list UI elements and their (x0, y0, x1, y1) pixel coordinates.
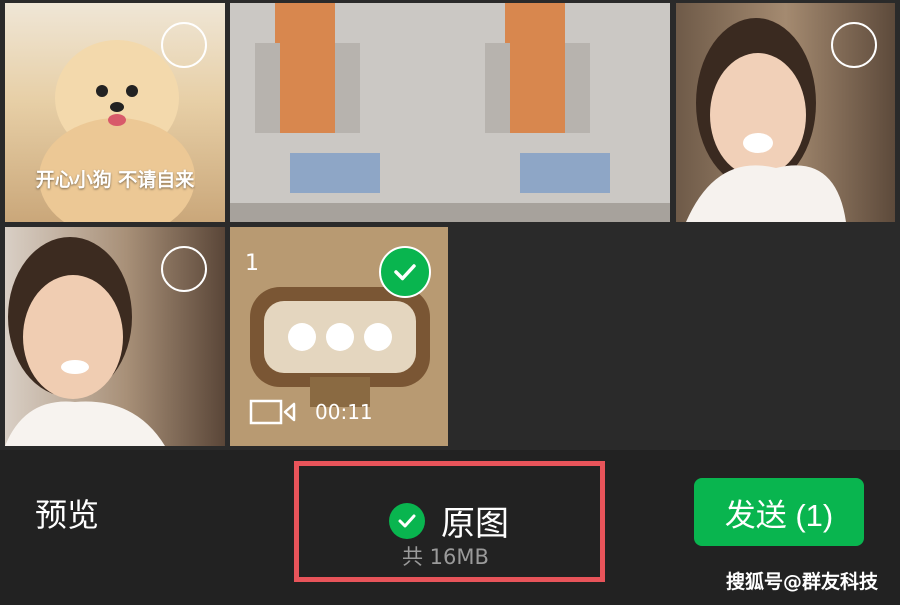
watermark-text: 搜狐号@群友科技 (725, 571, 878, 593)
preview-button[interactable]: 预览 (35, 490, 99, 536)
pixelated-image (230, 3, 670, 222)
media-thumbnail-woman-2[interactable] (5, 227, 225, 446)
total-size-label: 共 16MB (402, 545, 489, 569)
video-info: 00:11 (249, 398, 373, 426)
media-thumbnail-woman-1[interactable] (676, 3, 895, 222)
selected-check-circle[interactable] (379, 246, 431, 298)
original-check-icon (389, 502, 425, 539)
media-thumbnail-video[interactable]: 1 00:11 (230, 227, 448, 446)
selection-order-number: 1 (245, 251, 259, 276)
bottom-toolbar: 预览 原图 共 16MB 发送 (1) 搜狐号@群友科技 (0, 450, 900, 605)
original-image-toggle[interactable]: 原图 (389, 496, 509, 545)
select-circle[interactable] (831, 22, 877, 68)
select-circle[interactable] (161, 246, 207, 292)
media-thumbnail-blurred[interactable] (230, 3, 670, 222)
send-button[interactable]: 发送 (1) (694, 478, 864, 546)
media-thumbnail-dog[interactable]: 开心小狗 不请自来 (5, 3, 225, 222)
original-image-label: 原图 (441, 504, 509, 544)
original-image-highlight-box: 原图 共 16MB (294, 461, 605, 582)
photo-caption: 开心小狗 不请自来 (35, 169, 195, 191)
checkmark-icon (394, 264, 416, 281)
select-circle[interactable] (161, 22, 207, 68)
checkmark-icon (398, 514, 416, 527)
video-camera-icon (249, 399, 296, 425)
video-duration: 00:11 (315, 400, 373, 424)
media-grid: 开心小狗 不请自来 1 00:11 (0, 0, 900, 450)
